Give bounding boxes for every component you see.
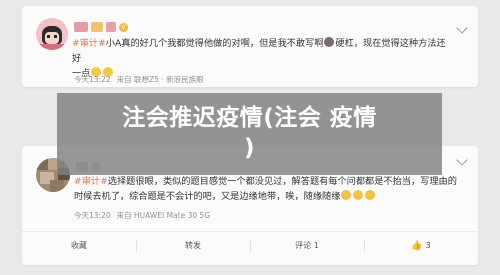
post-meta: 今天13:20 来自 HUAWEI Mate 30 5G — [74, 210, 216, 221]
avatar-emoji-icon — [324, 37, 335, 47]
avatar[interactable] — [36, 18, 68, 50]
overlay-title-line2: ) — [243, 135, 255, 161]
post-source: 来自 联想Z5 · 新浪民族眼 — [116, 75, 204, 84]
post-meta: 今天13:22 来自 联想Z5 · 新浪民族眼 — [74, 74, 210, 85]
smile-emoji-icon — [365, 190, 376, 200]
repost-label: 转发 — [185, 241, 201, 250]
thumbs-up-icon: 👍 — [411, 240, 423, 251]
title-overlay: 注会推迟疫情(注会 疫情 ) — [57, 93, 442, 175]
comment-button[interactable]: 评论 1 — [250, 232, 364, 259]
comment-label: 评论 1 — [295, 241, 319, 250]
like-count: 3 — [425, 241, 431, 250]
post-text-line2: 时候去机了，综合题是不会计的吧，又是边缘地带，唉，随缘随缘 — [74, 191, 341, 202]
post-text: #审计#选择题很眼，类似的题目感觉一个都没见过，解答题有每个问都都是不抬当，写理… — [74, 174, 464, 204]
action-bar: 收藏 转发 评论 1 👍 3 — [22, 231, 478, 259]
topic-tag[interactable]: #审计# — [74, 176, 108, 187]
post-time: 今天13:22 — [74, 75, 111, 84]
like-button[interactable]: 👍 3 — [364, 232, 478, 259]
repost-button[interactable]: 转发 — [136, 232, 250, 259]
favorite-button[interactable]: 收藏 — [22, 232, 136, 259]
username-blurred[interactable] — [74, 22, 88, 32]
vip-badge-icon: V — [119, 22, 128, 32]
favorite-label: 收藏 — [71, 241, 87, 250]
post-source: 来自 HUAWEI Mate 30 5G — [116, 211, 211, 220]
overlay-title: 注会推迟疫情(注会 疫情 ) — [57, 103, 442, 163]
post-text-main: 小A真的好几个我都觉得他做的对啊，但是我不敢写啊 — [105, 38, 324, 49]
topic-tag[interactable]: #审计# — [72, 38, 106, 49]
post-text-main: 选择题很眼，类似的题目感觉一个都没见过，解答题有每个问都都是不抬当，写理由的 — [107, 176, 457, 187]
username-row[interactable]: V — [74, 20, 128, 34]
smile-emoji-icon — [353, 190, 364, 200]
username-blurred[interactable] — [106, 22, 116, 32]
overlay-title-line1: 注会推迟疫情(注会 疫情 — [122, 105, 377, 131]
username-blurred[interactable] — [91, 22, 103, 32]
smile-emoji-icon — [341, 190, 352, 200]
post-time: 今天13:20 — [74, 211, 111, 220]
